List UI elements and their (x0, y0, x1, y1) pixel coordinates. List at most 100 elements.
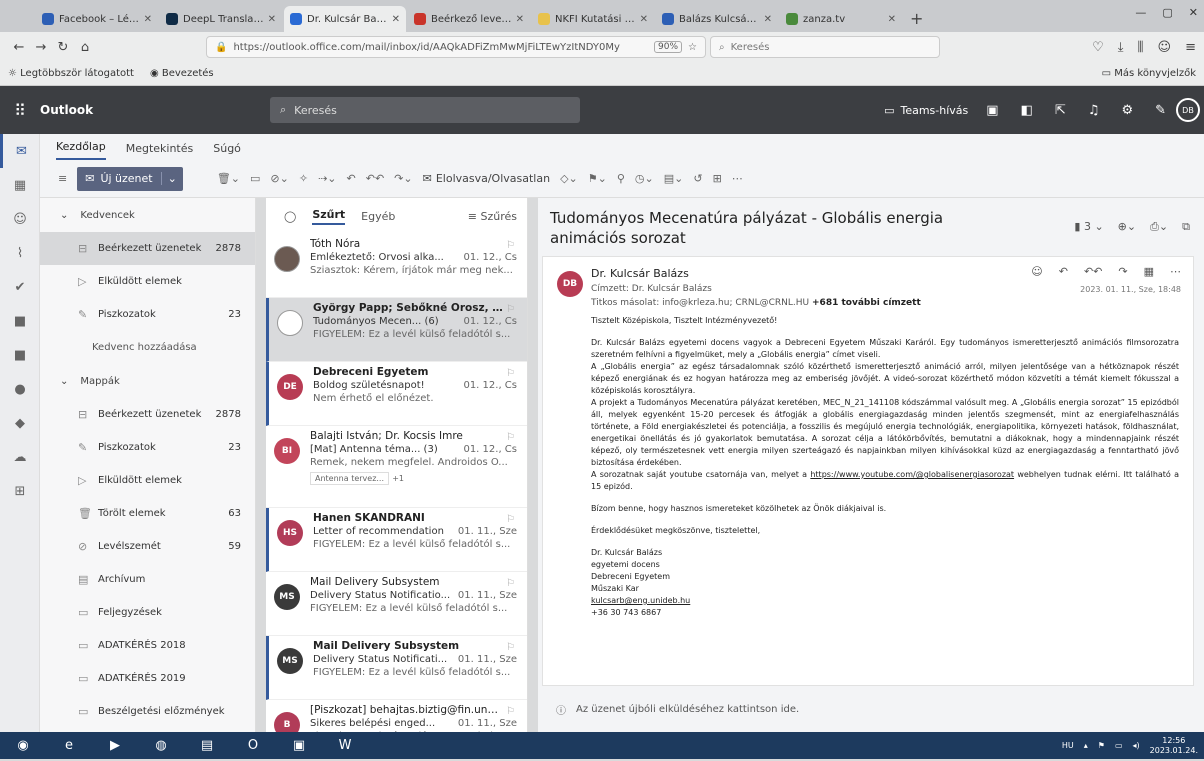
move-icon[interactable]: ⇢⌄ (318, 172, 336, 185)
network-icon[interactable]: ▭ (1115, 741, 1123, 750)
pocket-icon[interactable]: ♡ (1092, 40, 1104, 55)
message-item[interactable]: DE Debreceni Egyetem Boldog születésnapot!… (266, 362, 527, 426)
save-icon[interactable]: ▣ (276, 732, 322, 759)
browser-tab[interactable]: Dr. Kulcsár Balázs Pu ✕ (284, 6, 406, 32)
folder-item[interactable]: ⊟ Beérkezett üzenetek 2878 (40, 398, 255, 431)
message-item[interactable]: BI Balajti István; Dr. Kocsis Imre [Mat] A… (266, 426, 527, 508)
menu-icon[interactable]: ≡ (1185, 40, 1196, 55)
forward-icon[interactable]: ↷⌄ (394, 172, 412, 185)
delete-icon[interactable]: 🗑⌄ (217, 172, 240, 185)
folder-item[interactable]: 🗑 Törölt elemek 63 (40, 497, 255, 530)
more-apps-icon[interactable]: ⊞ (0, 474, 40, 508)
bell-icon[interactable]: ♫ (1088, 103, 1100, 118)
reply-all-icon[interactable]: ↶↶ (1084, 265, 1102, 278)
volume-icon[interactable]: ◂) (1133, 741, 1140, 750)
close-tab-icon[interactable]: ✕ (764, 14, 772, 25)
filter-button[interactable]: ≡ Szűrés (468, 210, 517, 223)
zoom-level[interactable]: 90% (654, 41, 683, 53)
flag-icon[interactable]: ⚐ (506, 304, 515, 315)
reply-icon[interactable]: ↶ (347, 172, 356, 185)
favorites-header[interactable]: ⌄ Kedvencek (40, 198, 255, 232)
browser-tab[interactable]: NKFI Kutatási Palyá ✕ (532, 6, 654, 32)
maximize-icon[interactable]: ▢ (1162, 6, 1172, 19)
folder-item[interactable]: ▭ ADATKÉRÉS 2019 (40, 662, 255, 695)
forward-icon[interactable]: → (30, 40, 52, 55)
new-tab-icon[interactable]: + (910, 6, 923, 32)
tab-help[interactable]: Súgó (213, 142, 241, 160)
back-icon[interactable]: ← (8, 40, 30, 55)
settings-icon[interactable]: ⚙ (1121, 103, 1133, 118)
chrome-icon[interactable]: ◍ (138, 732, 184, 759)
reload-icon[interactable]: ↻ (52, 40, 74, 55)
word-icon[interactable]: W (322, 732, 368, 759)
grid-icon[interactable]: ⊞ (713, 172, 722, 185)
tab-home[interactable]: Kezdőlap (56, 140, 106, 160)
todo-icon[interactable]: ✔ (0, 270, 40, 304)
folder-item[interactable]: ▤ Archívum (40, 563, 255, 596)
add-favorite-link[interactable]: Kedvenc hozzáadása (40, 331, 255, 364)
app-name[interactable]: Outlook (40, 103, 270, 117)
chevron-down-icon[interactable]: ⌄ (162, 172, 183, 185)
message-item[interactable]: György Papp; Sebőkné Orosz, ... Tudományo… (266, 298, 527, 362)
tab-other[interactable]: Egyéb (361, 210, 395, 223)
reply-icon[interactable]: ↶ (1059, 265, 1068, 278)
snooze-icon[interactable]: ◷⌄ (635, 172, 654, 185)
calendar-icon[interactable]: ▣ (986, 103, 998, 118)
more-options-icon[interactable]: ⋯ (1170, 265, 1181, 278)
folder-item[interactable]: ▭ Beszélgetési előzmények (40, 695, 255, 728)
share-icon[interactable]: ⇱ (1055, 103, 1066, 118)
tips-icon[interactable]: ✎ (1155, 103, 1166, 118)
flag-icon[interactable]: ⚐ (506, 432, 515, 443)
excel-icon[interactable]: ■ (0, 338, 40, 372)
download-icon[interactable]: ⤓ (1118, 40, 1124, 55)
new-mail-button[interactable]: ✉ Új üzenet ⌄ (77, 166, 183, 191)
word-icon[interactable]: ■ (0, 304, 40, 338)
browser-tab[interactable]: Facebook – Lépj be ✕ (36, 6, 158, 32)
folders-header[interactable]: ⌄ Mappák (40, 364, 255, 398)
other-bookmarks[interactable]: ▭ Más könyvjelzők (1102, 68, 1196, 79)
close-tab-icon[interactable]: ✕ (144, 14, 152, 25)
teams-icon[interactable]: ◆ (0, 406, 40, 440)
flag-icon[interactable]: ⚐ (506, 642, 515, 653)
powerpoint-icon[interactable]: ● (0, 372, 40, 406)
tab-focused[interactable]: Szűrt (312, 208, 346, 225)
attachment-chip[interactable]: Antenna tervez... (310, 472, 390, 485)
close-tab-icon[interactable]: ✕ (392, 14, 400, 25)
reply-all-icon[interactable]: ↶↶ (366, 172, 384, 185)
message-item[interactable]: MS Mail Delivery Subsystem Delivery Status… (266, 636, 527, 700)
flag-icon[interactable]: ⚑ (1098, 741, 1105, 750)
attach-icon[interactable]: ⌇ (0, 236, 40, 270)
select-all-icon[interactable]: ◯ (284, 210, 296, 223)
media-icon[interactable]: ▶ (92, 732, 138, 759)
undo-icon[interactable]: ↺ (693, 172, 702, 185)
account-icon[interactable]: ☺ (1158, 40, 1172, 55)
close-tab-icon[interactable]: ✕ (888, 14, 896, 25)
star-icon[interactable]: ☆ (688, 42, 697, 53)
message-item[interactable]: Tóth Nóra Emlékeztető: Orvosi alka... 01. … (266, 234, 527, 298)
folder-item[interactable]: ⊘ Levélszemét 59 (40, 530, 255, 563)
sender-name[interactable]: Dr. Kulcsár Balázs (591, 267, 689, 280)
explorer-icon[interactable]: ▤ (184, 732, 230, 759)
resend-notice[interactable]: ⓘ Az üzenet újbóli elküldéséhez kattints… (542, 694, 1194, 724)
browser-tab[interactable]: Beérkező levelek (37 ✕ (408, 6, 530, 32)
browser-tab[interactable]: zanza.tv ✕ (780, 6, 902, 32)
onenote-icon[interactable]: ◧ (1021, 103, 1033, 118)
library-icon[interactable]: ⫼ (1138, 40, 1144, 55)
report-icon[interactable]: ⊘⌄ (270, 172, 288, 185)
flag-icon[interactable]: ⚐ (506, 578, 515, 589)
calendar-icon[interactable]: ▦ (0, 168, 40, 202)
more-options-icon[interactable]: ⋯ (732, 172, 743, 185)
categorize-icon[interactable]: ◇⌄ (560, 172, 578, 185)
flag-icon[interactable]: ⚐ (506, 240, 515, 251)
pin-icon[interactable]: ⚲ (617, 172, 625, 185)
language-indicator[interactable]: HU (1062, 741, 1074, 750)
more-recipients-link[interactable]: +681 további címzett (812, 298, 921, 308)
close-window-icon[interactable]: ✕ (1189, 6, 1198, 19)
grid-icon[interactable]: ▦ (1144, 265, 1154, 278)
youtube-link[interactable]: https://www.youtube.com/@globalisenergia… (810, 470, 1014, 479)
zoom-icon[interactable]: ⊕⌄ (1118, 220, 1136, 234)
start-icon[interactable]: ◉ (0, 732, 46, 759)
flag-icon[interactable]: ⚐ (506, 514, 515, 525)
signature-email-link[interactable]: kulcsarb@eng.unideb.hu (591, 596, 690, 605)
close-tab-icon[interactable]: ✕ (268, 14, 276, 25)
